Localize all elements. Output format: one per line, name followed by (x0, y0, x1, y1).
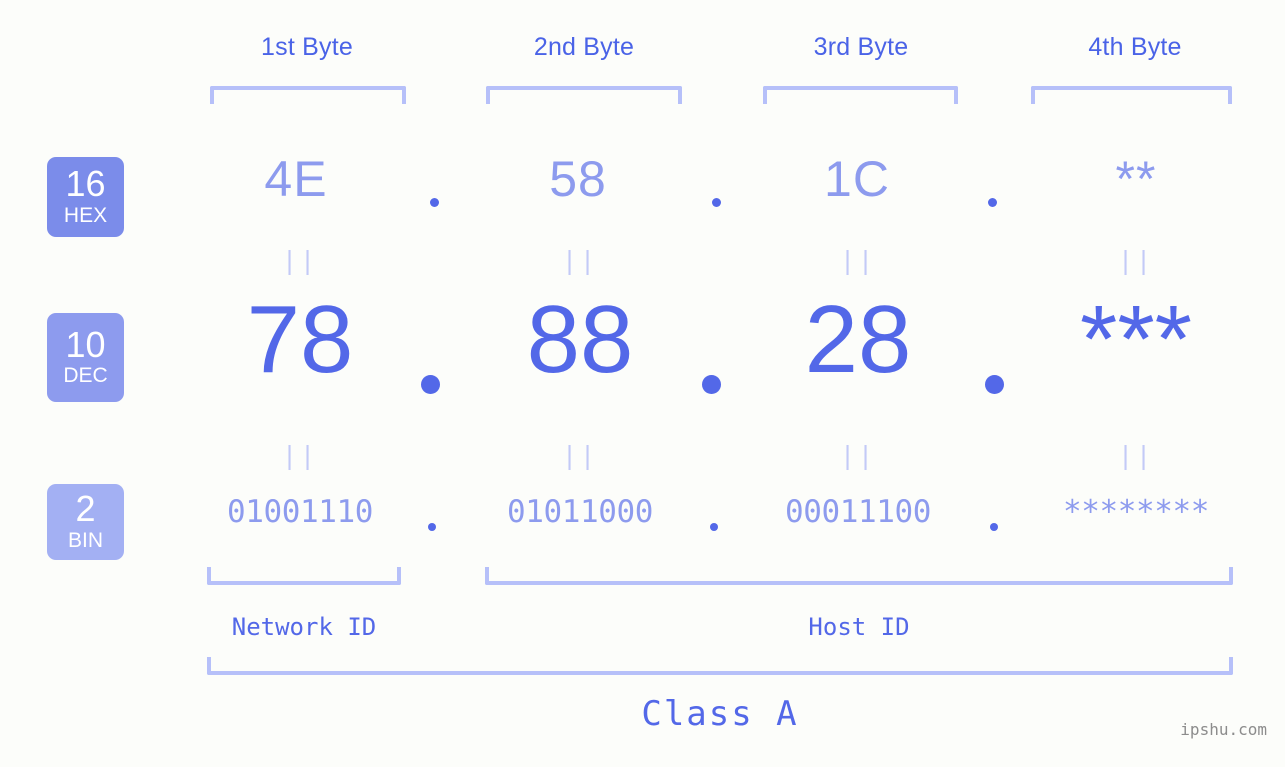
equality-mark-dec-bin-4: || (1117, 441, 1155, 470)
dec-separator-dot-1 (421, 375, 440, 394)
bin-value-byte-3: 00011100 (784, 494, 932, 530)
hex-separator-dot-3 (988, 198, 997, 207)
base-badge-dec-name: DEC (63, 364, 108, 388)
bin-value-byte-2: 01011000 (506, 494, 654, 530)
hex-value-byte-3: 1C (824, 151, 890, 207)
ip-byte-breakdown-diagram: 1st Byte 2nd Byte 3rd Byte 4th Byte 16 H… (0, 0, 1285, 767)
base-badge-bin: 2 BIN (47, 484, 124, 560)
byte-header-label-4: 4th Byte (1088, 33, 1182, 61)
hex-value-byte-1: 4E (264, 151, 328, 207)
equality-mark-dec-bin-1: || (281, 441, 319, 470)
class-label: Class A (641, 694, 799, 734)
equality-mark-hex-dec-1: || (281, 246, 319, 275)
base-badge-hex: 16 HEX (47, 157, 124, 237)
bin-separator-dot-2 (710, 523, 718, 531)
hex-value-byte-2: 58 (549, 151, 607, 207)
equality-mark-dec-bin-2: || (561, 441, 599, 470)
bin-separator-dot-1 (428, 523, 436, 531)
base-badge-hex-name: HEX (63, 203, 108, 227)
base-badge-dec-number: 10 (65, 323, 106, 365)
host-id-label: Host ID (808, 613, 910, 641)
bin-value-byte-4: ******** (1062, 494, 1210, 530)
base-badge-bin-name: BIN (67, 528, 103, 552)
site-watermark: ipshu.com (1180, 720, 1267, 739)
byte-bracket-1 (210, 86, 406, 104)
dec-value-byte-1: 78 (246, 286, 354, 393)
byte-header-label-2: 2nd Byte (533, 33, 635, 61)
equality-mark-hex-dec-2: || (561, 246, 599, 275)
bin-separator-dot-3 (990, 523, 998, 531)
base-badge-hex-number: 16 (65, 163, 106, 205)
base-badge-bin-number: 2 (75, 488, 96, 530)
dec-value-byte-2: 88 (526, 286, 634, 393)
dec-value-byte-3: 28 (804, 286, 912, 393)
dec-value-byte-4: *** (1079, 286, 1193, 393)
byte-header-label-1: 1st Byte (261, 33, 353, 61)
hex-value-byte-4: ** (1115, 151, 1157, 207)
equality-mark-hex-dec-4: || (1117, 246, 1155, 275)
base-badge-dec: 10 DEC (47, 313, 124, 402)
dec-separator-dot-3 (985, 375, 1004, 394)
equality-mark-hex-dec-3: || (839, 246, 877, 275)
network-id-label: Network ID (231, 613, 377, 641)
host-id-bracket (485, 567, 1233, 585)
byte-bracket-4 (1031, 86, 1232, 104)
byte-bracket-2 (486, 86, 682, 104)
dec-separator-dot-2 (702, 375, 721, 394)
bin-value-byte-1: 01001110 (226, 494, 374, 530)
network-id-bracket (207, 567, 401, 585)
equality-mark-dec-bin-3: || (839, 441, 877, 470)
class-bracket (207, 657, 1233, 675)
byte-bracket-3 (763, 86, 958, 104)
hex-separator-dot-2 (712, 198, 721, 207)
hex-separator-dot-1 (430, 198, 439, 207)
byte-header-label-3: 3rd Byte (813, 33, 909, 61)
